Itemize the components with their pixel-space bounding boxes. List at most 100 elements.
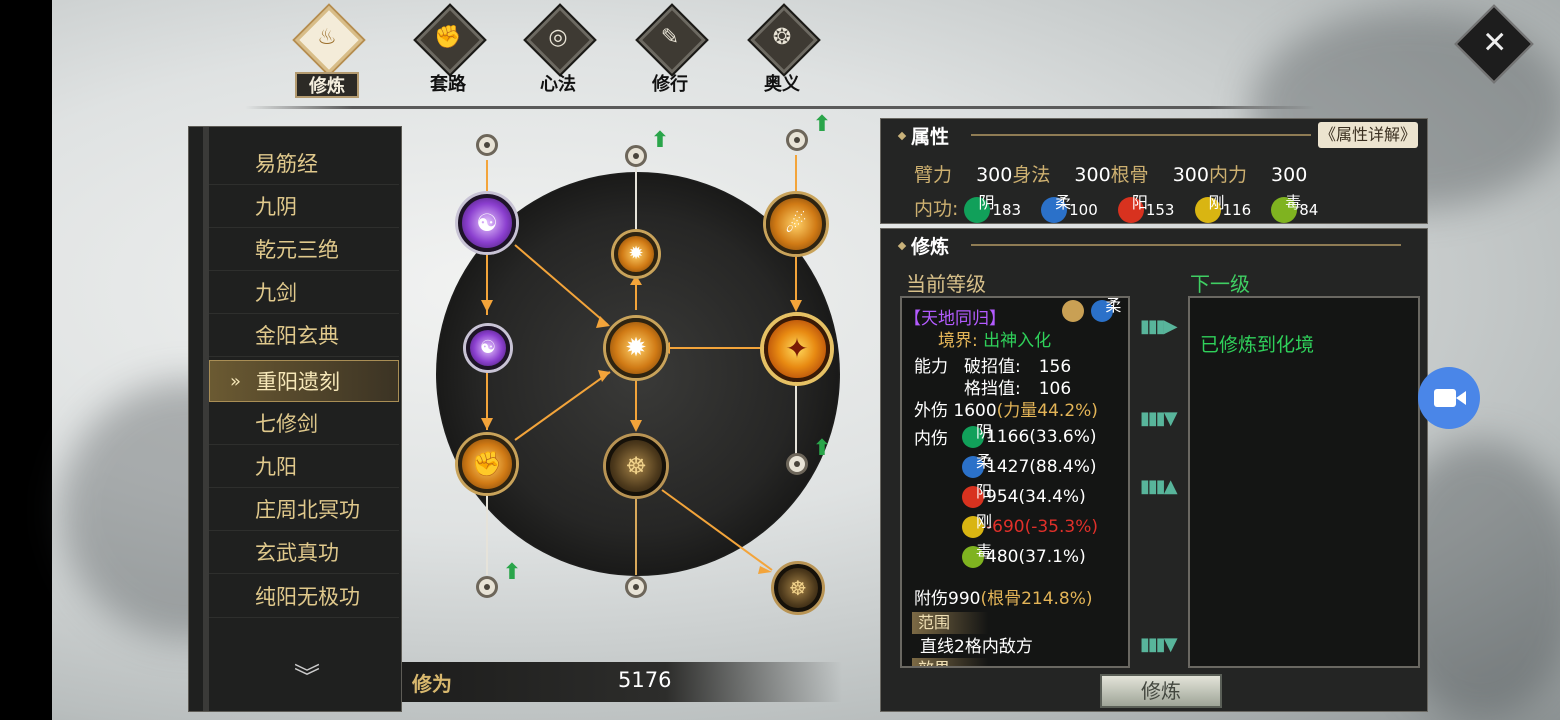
- range-tag: 范围: [912, 612, 988, 634]
- flow-arrow-icon: ▮▮▮▶: [1140, 316, 1178, 337]
- title-ornament: [897, 241, 907, 251]
- meditation-figure-icon: ☸: [789, 576, 807, 600]
- locked-node[interactable]: [625, 576, 647, 598]
- attribute-panel-title: 属性: [911, 126, 950, 148]
- ability-label: 能力: [914, 357, 948, 377]
- stat-name: 臂力: [914, 164, 953, 186]
- extra-note: (根骨214.8%): [980, 589, 1093, 609]
- inner-row: 毒 480(37.1%): [962, 542, 1086, 568]
- extra-damage-row: 附伤990(根骨214.8%): [914, 584, 1093, 609]
- realm-row: 境界: 出神入化: [938, 326, 1051, 351]
- stat-value: 300: [1271, 164, 1308, 186]
- cultivate-button[interactable]: 修炼: [1100, 674, 1222, 708]
- next-level-heading: 下一级: [1190, 272, 1250, 296]
- yin-element-icon: 阴: [964, 193, 994, 223]
- tree-link: [514, 371, 611, 441]
- locked-node[interactable]: [625, 145, 647, 167]
- current-level-box: 【天地同归】 柔 境界: 出神入化 能力 破招值: 156 格挡值: 106 外伤 …: [900, 296, 1130, 668]
- flow-arrow-icon: ▮▮▮▼: [1140, 408, 1178, 429]
- current-level-heading: 当前等级: [906, 272, 986, 296]
- du-element-icon: 毒: [1271, 193, 1301, 223]
- locked-node[interactable]: [476, 134, 498, 156]
- next-level-box: 已修炼到化境: [1188, 296, 1420, 668]
- effect-tag: 效果: [912, 658, 988, 666]
- tree-arrowhead: [481, 418, 493, 430]
- inner-row: 刚 -690(-35.3%): [962, 512, 1098, 538]
- inner-value: 954(34.4%): [986, 487, 1086, 507]
- rou-element-icon: 柔: [962, 452, 992, 478]
- tree-arrowhead: [758, 566, 772, 574]
- neutral-element-icon: [1062, 300, 1084, 322]
- upgrade-arrow-icon: ⬆: [650, 128, 670, 153]
- skill-node-purple[interactable]: ☯: [458, 194, 516, 252]
- extra-label: 附伤990: [914, 589, 981, 609]
- locked-node[interactable]: [786, 453, 808, 475]
- neigong-row: 内功: 阴 183 柔 100 阳 153 刚 116 毒 84: [914, 193, 1332, 223]
- tree-arrowhead: [630, 275, 642, 285]
- element-label: 柔: [976, 452, 993, 471]
- inner-value: 1427(88.4%): [986, 457, 1097, 477]
- gang-element-icon: 刚: [962, 512, 992, 538]
- realm-value: 出神入化: [983, 331, 1052, 351]
- inner-row: 阳 954(34.4%): [962, 482, 1086, 508]
- element-label: 毒: [1285, 192, 1302, 212]
- element-label: 阳: [976, 482, 993, 501]
- stat-name: 根骨: [1110, 164, 1149, 186]
- skill-node-fist[interactable]: ✊: [458, 435, 516, 493]
- neigong-label: 内功:: [914, 198, 959, 220]
- yang-element-icon: 阳: [1117, 193, 1148, 223]
- stat-value: 300: [1074, 164, 1111, 186]
- neigong-value: 116: [1222, 201, 1252, 219]
- skill-node-purple[interactable]: ☯: [466, 326, 510, 370]
- fist-icon: ✊: [472, 450, 502, 478]
- skill-node-figure[interactable]: ☸: [606, 436, 666, 496]
- neigong-value: 84: [1299, 201, 1319, 219]
- skill-node-fire[interactable]: ✹: [614, 232, 658, 276]
- tree-link: [514, 244, 609, 326]
- rune-icon: ☯: [476, 209, 498, 237]
- upgrade-arrow-icon: ⬆: [812, 112, 832, 137]
- element-label: 刚: [1208, 192, 1225, 212]
- realm-label: 境界:: [938, 331, 978, 351]
- skill-node-figure-small[interactable]: ☸: [774, 564, 822, 612]
- next-level-text: 已修炼到化境: [1200, 334, 1315, 356]
- rou-element-icon: 柔: [1091, 298, 1121, 322]
- inner-value-negative: -690(-35.3%): [986, 517, 1098, 537]
- yang-element-icon: 阳: [962, 482, 992, 508]
- outer-damage-row: 外伤 1600(力量44.2%): [914, 396, 1098, 421]
- inner-row: 柔 1427(88.4%): [962, 452, 1097, 478]
- skill-node-fire-center[interactable]: ✹: [606, 318, 666, 378]
- camera-icon: [1434, 389, 1456, 407]
- element-label: 柔: [1105, 296, 1122, 315]
- du-element-icon: 毒: [962, 542, 992, 568]
- skill-node-claw[interactable]: ☄: [766, 194, 826, 254]
- flow-arrow-icon: ▮▮▮▲: [1140, 476, 1178, 497]
- skill-node-ultimate[interactable]: ✦: [764, 316, 830, 382]
- tree-link: [661, 489, 773, 571]
- rou-element-icon: 柔: [1041, 193, 1071, 223]
- attribute-detail-button[interactable]: 《属性详解》: [1318, 122, 1418, 148]
- element-label: 阴: [976, 422, 993, 441]
- stat-name: 身法: [1012, 164, 1051, 186]
- tree-arrowhead: [481, 300, 493, 312]
- fighter-icon: ✦: [785, 332, 809, 365]
- neigong-value: 100: [1069, 201, 1098, 219]
- neigong-value: 183: [992, 201, 1022, 219]
- locked-node[interactable]: [476, 576, 498, 598]
- camera-lens-icon: [1456, 391, 1466, 405]
- skill-element-icons: 柔: [1062, 298, 1121, 322]
- claw-icon: ☄: [785, 210, 807, 238]
- cultivation-panel-title: 修炼: [911, 236, 950, 258]
- element-label: 柔: [1055, 192, 1072, 212]
- inner-value: 1166(33.6%): [986, 427, 1097, 447]
- screen-record-button[interactable]: [1418, 367, 1480, 429]
- locked-node[interactable]: [786, 129, 808, 151]
- tree-arrowhead: [630, 420, 642, 432]
- inner-label: 内伤: [914, 429, 948, 449]
- title-divider: [971, 134, 1311, 136]
- stat-value: 300: [1172, 164, 1209, 186]
- stat-name: 内力: [1208, 164, 1247, 186]
- outer-label: 外伤: [914, 401, 948, 421]
- title-divider: [971, 244, 1401, 246]
- neigong-value: 153: [1145, 201, 1175, 219]
